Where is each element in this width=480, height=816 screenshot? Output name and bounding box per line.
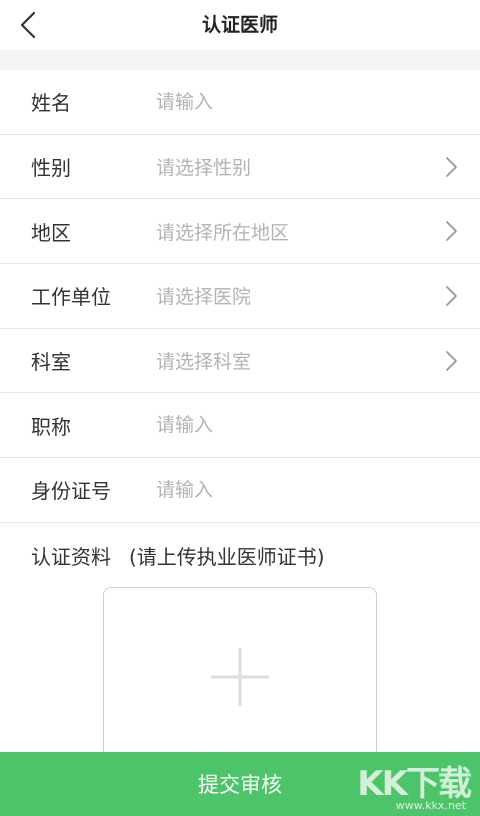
row-label: 身份证号 (31, 479, 111, 504)
row-id-number[interactable]: 身份证号 (0, 458, 480, 523)
upload-label: 认证资料 (31, 545, 111, 569)
row-name[interactable]: 姓名 (0, 70, 480, 135)
chevron-right-icon (446, 350, 457, 371)
chevron-right-icon (446, 221, 457, 242)
submit-label: 提交审核 (198, 773, 282, 797)
id-number-input[interactable] (156, 478, 416, 501)
row-label: 性别 (31, 156, 71, 181)
submit-review-button[interactable]: 提交审核 (0, 752, 480, 816)
department-select[interactable]: 请选择科室 (156, 347, 416, 374)
plus-icon (211, 648, 269, 706)
page-title: 认证医师 (201, 14, 278, 36)
row-label: 地区 (31, 220, 71, 245)
row-region[interactable]: 地区 请选择所在地区 (0, 199, 480, 265)
doctor-form: 姓名 性别 请选择性别 地区 请选择所在地区 工作单位 请选择医院 科室 请选择… (0, 70, 480, 523)
chevron-right-icon (446, 156, 457, 177)
hospital-select[interactable]: 请选择医院 (156, 282, 416, 309)
gender-select[interactable]: 请选择性别 (156, 153, 416, 180)
chevron-right-icon (446, 286, 457, 306)
title-input[interactable] (156, 414, 416, 437)
row-label: 科室 (31, 350, 71, 375)
upload-certificate-button[interactable] (103, 587, 377, 767)
row-gender[interactable]: 性别 请选择性别 (0, 135, 480, 200)
row-label: 职称 (31, 414, 71, 439)
header-divider (0, 50, 480, 70)
back-button[interactable] (12, 9, 44, 41)
name-input[interactable] (156, 90, 416, 113)
app-header: 认证医师 (0, 0, 480, 50)
row-department[interactable]: 科室 请选择科室 (0, 329, 480, 394)
row-label: 工作单位 (31, 285, 111, 310)
row-label: 姓名 (31, 91, 71, 116)
chevron-left-icon (20, 11, 36, 39)
region-select[interactable]: 请选择所在地区 (156, 218, 416, 245)
row-workplace[interactable]: 工作单位 请选择医院 (0, 264, 480, 329)
upload-hint: (请上传执业医师证书) (129, 545, 325, 569)
upload-label-row: 认证资料 (请上传执业医师证书) (31, 541, 325, 570)
upload-section: 认证资料 (请上传执业医师证书) (0, 523, 480, 767)
row-title[interactable]: 职称 (0, 393, 480, 459)
